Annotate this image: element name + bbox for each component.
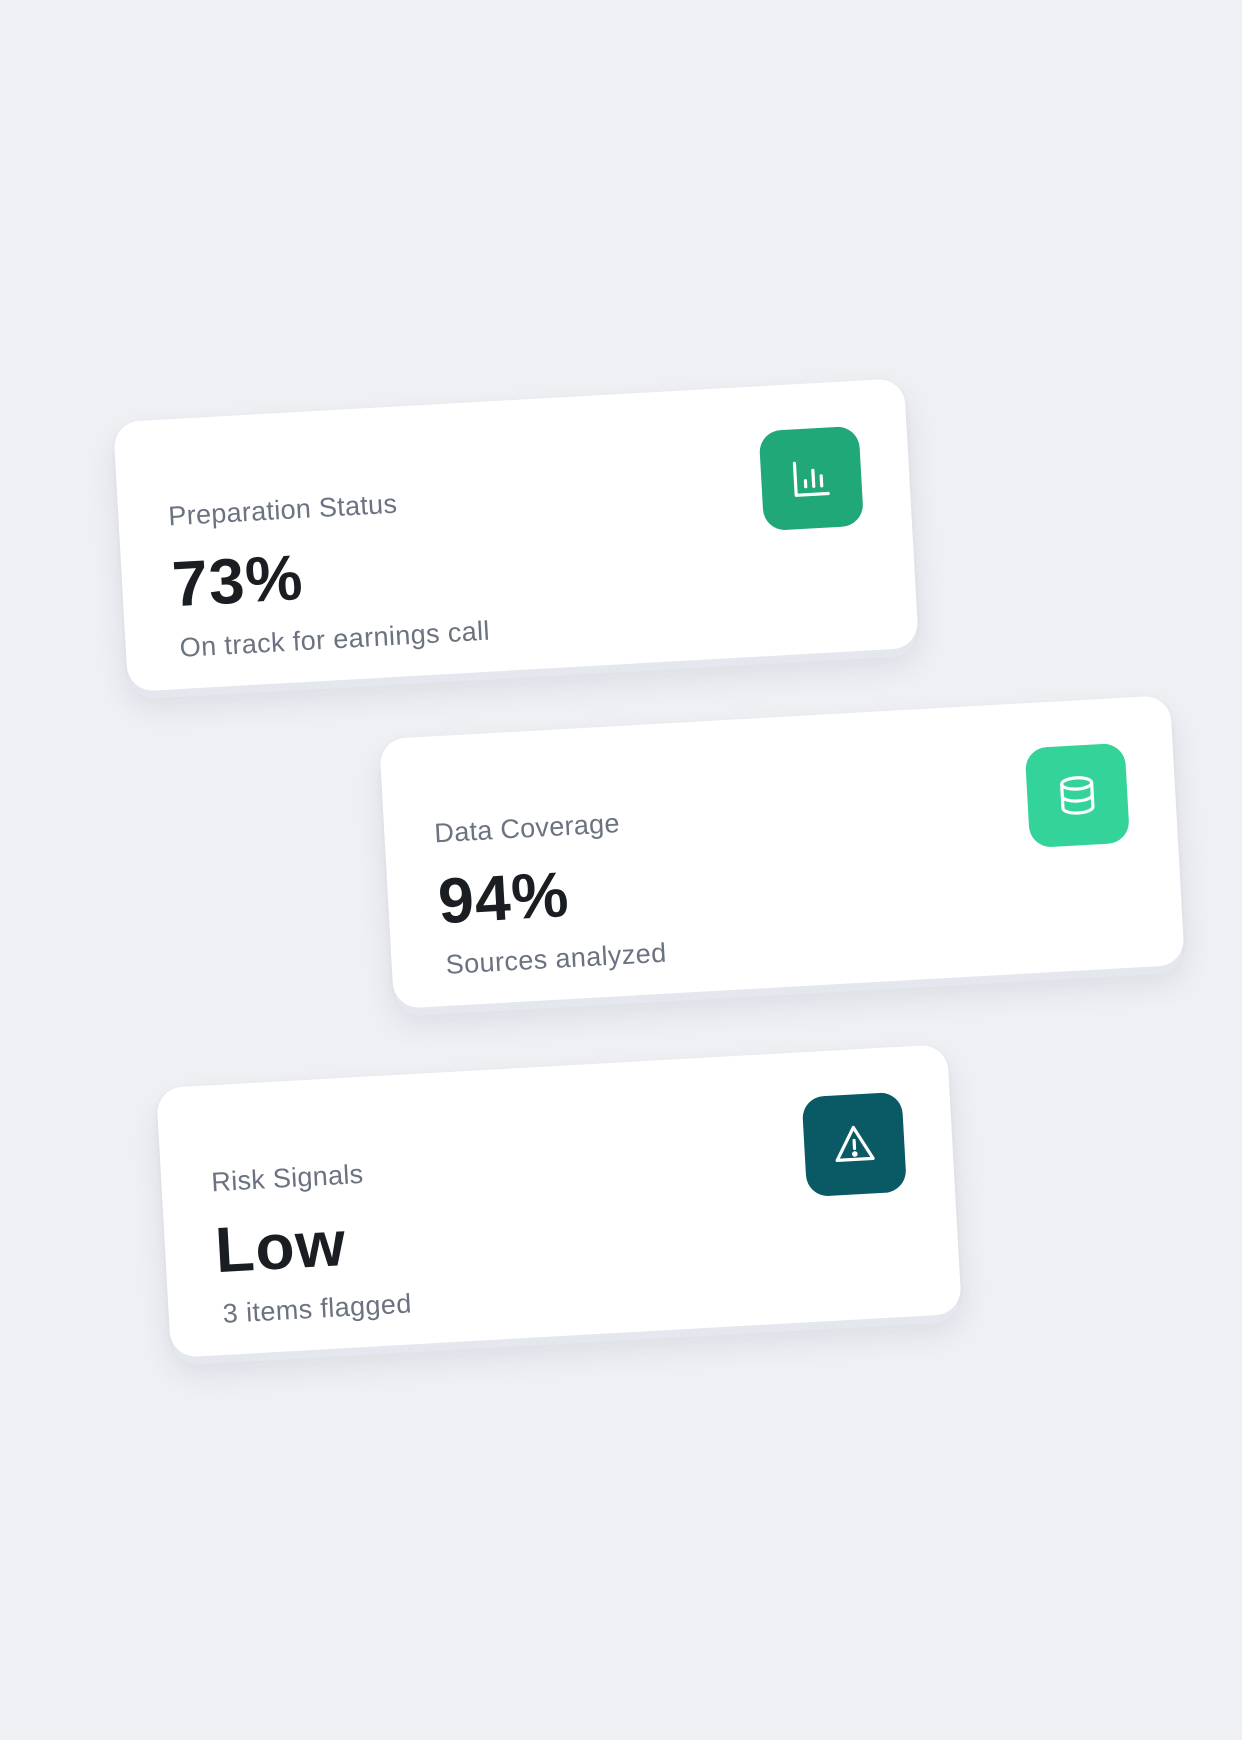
- database-icon: [1060, 776, 1095, 815]
- card-label: Data Coverage: [433, 808, 621, 849]
- warning-triangle-icon: [835, 1125, 875, 1163]
- card-label: Risk Signals: [210, 1158, 365, 1198]
- preparation-status-card[interactable]: Preparation Status 73% On track for earn…: [113, 378, 919, 692]
- database-icon-badge: [1024, 742, 1131, 849]
- card-subtitle: 3 items flagged: [221, 1288, 413, 1329]
- card-subtitle: Sources analyzed: [444, 937, 668, 980]
- warning-triangle-icon-badge: [801, 1091, 908, 1198]
- card-value: 73%: [170, 541, 306, 621]
- risk-signals-card[interactable]: Risk Signals Low 3 items flagged: [156, 1044, 962, 1358]
- card-value: Low: [213, 1207, 348, 1287]
- bar-chart-icon: [792, 461, 830, 497]
- bar-chart-icon-badge: [758, 425, 865, 532]
- card-value: 94%: [436, 858, 572, 938]
- card-subtitle: On track for earnings call: [178, 615, 491, 663]
- card-label: Preparation Status: [167, 488, 398, 532]
- data-coverage-card[interactable]: Data Coverage 94% Sources analyzed: [379, 695, 1185, 1009]
